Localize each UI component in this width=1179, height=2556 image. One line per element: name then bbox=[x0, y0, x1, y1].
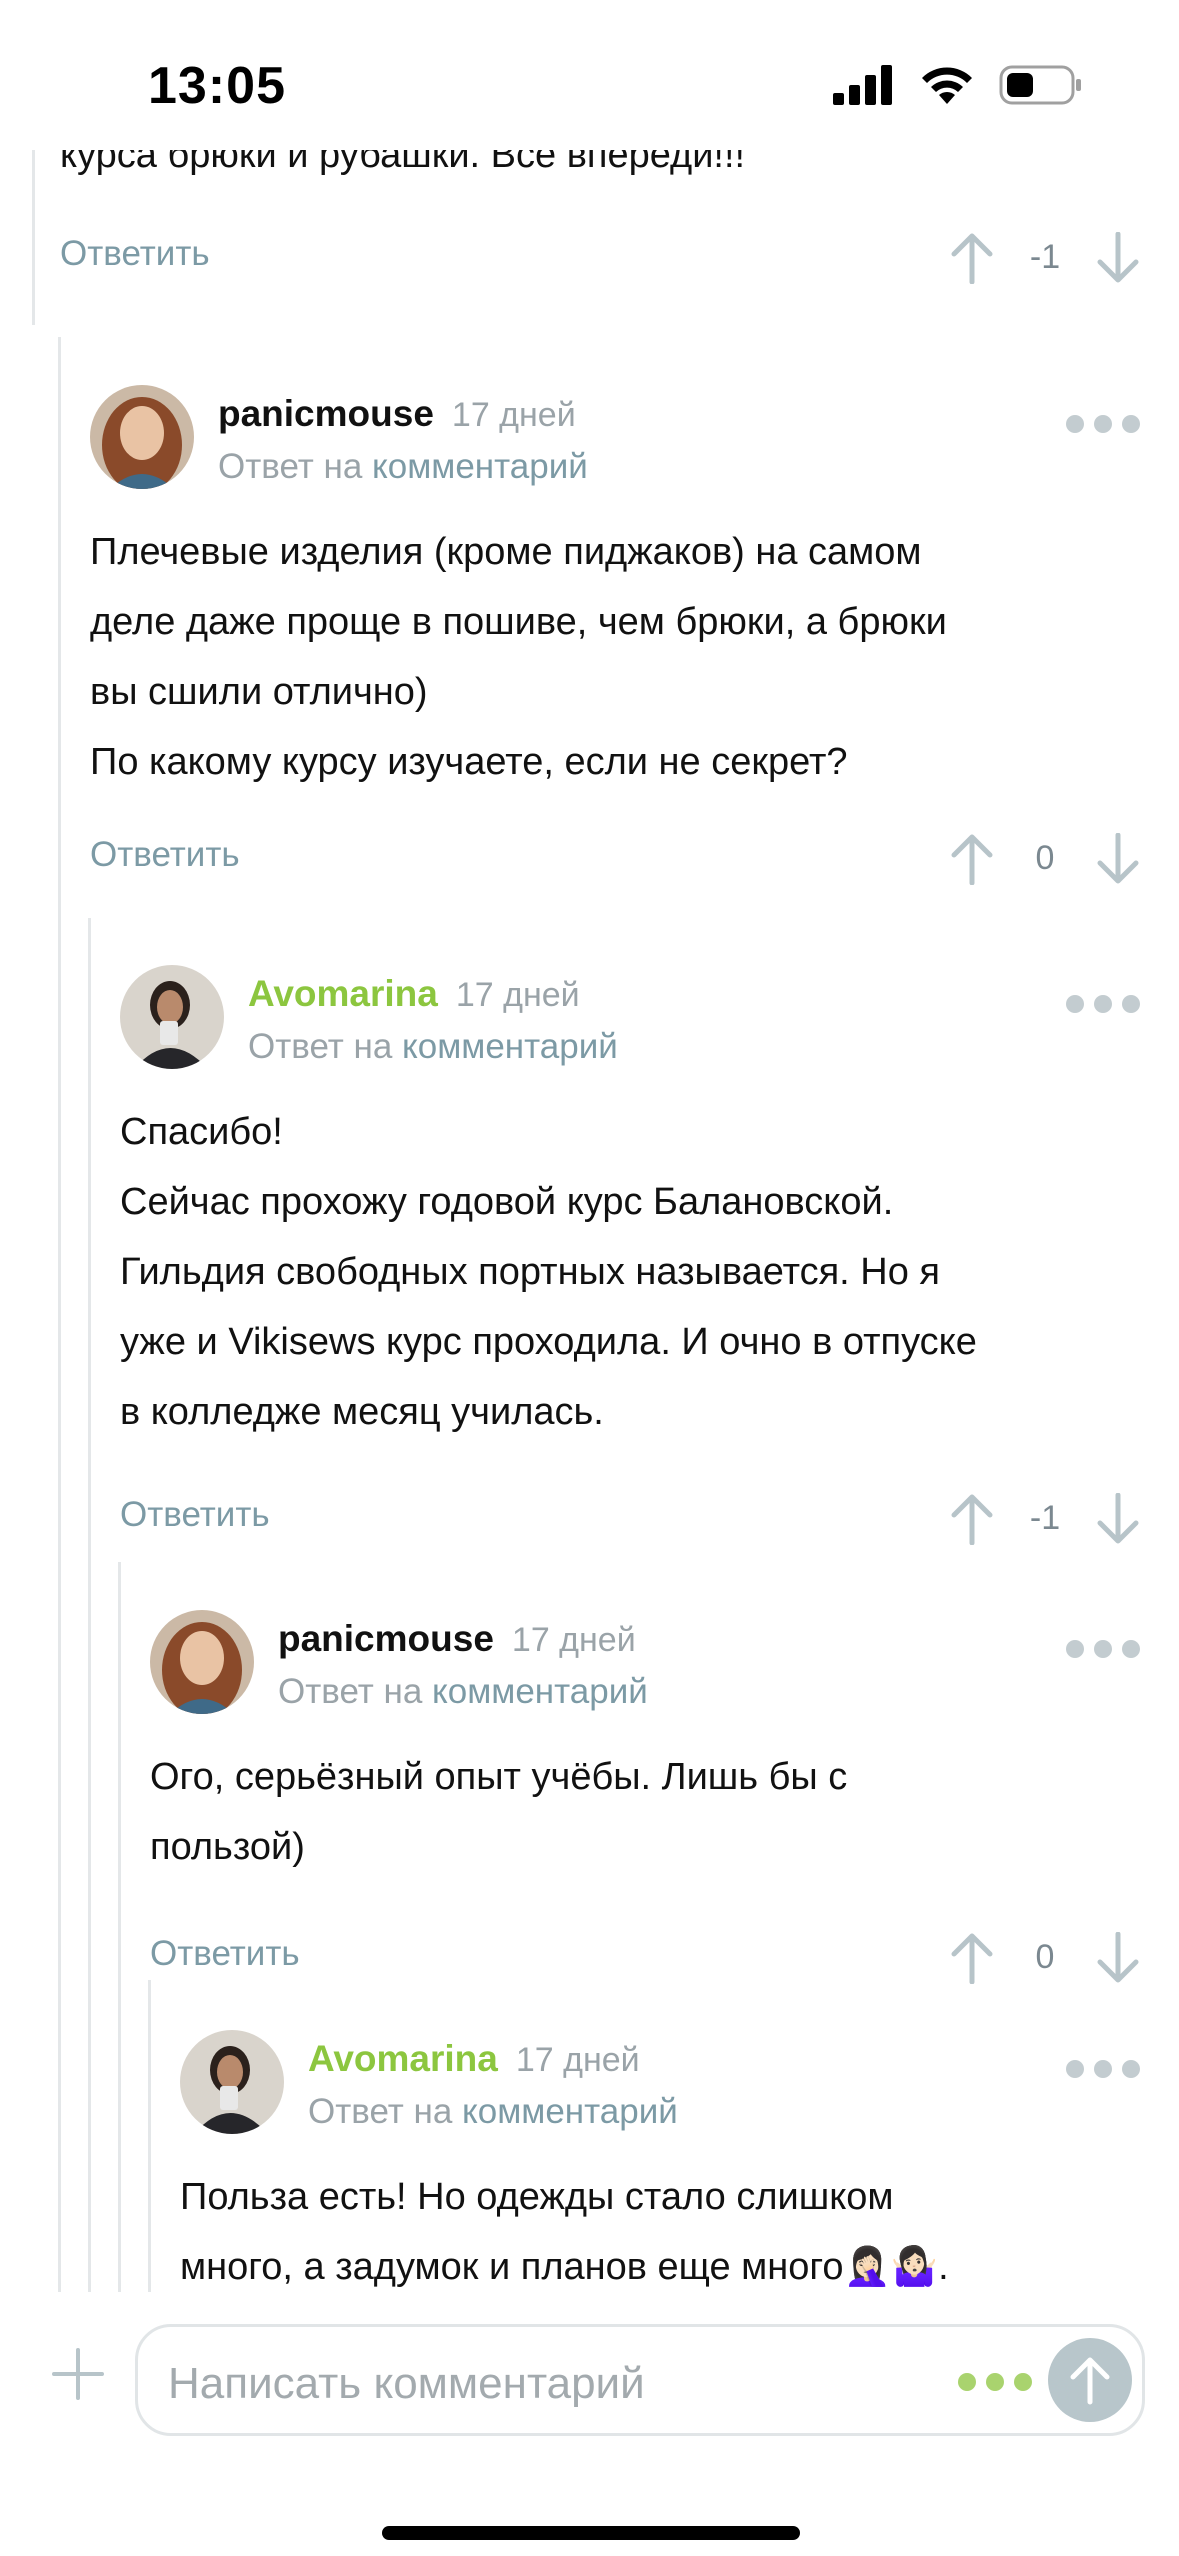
more-options-icon[interactable] bbox=[1066, 415, 1140, 433]
vote-controls: 0 bbox=[950, 1926, 1140, 1998]
comment-footer: Ответить -1 bbox=[60, 226, 1140, 306]
vote-score: -1 bbox=[1029, 1499, 1061, 1537]
comment-input-placeholder: Написать комментарий bbox=[168, 2359, 645, 2408]
thread-line bbox=[32, 150, 35, 325]
more-options-icon[interactable] bbox=[1066, 2060, 1140, 2078]
reply-to-line: Ответ на комментарий bbox=[308, 2092, 678, 2131]
avatar[interactable] bbox=[90, 385, 194, 489]
avatar[interactable] bbox=[150, 1610, 254, 1714]
reply-button[interactable]: Ответить bbox=[150, 1934, 300, 1974]
comment-text: Плечевые изделия (кроме пиджаков) на сам… bbox=[90, 531, 947, 783]
more-options-icon[interactable] bbox=[1066, 1640, 1140, 1658]
reply-to-link[interactable]: комментарий bbox=[432, 1672, 648, 1711]
thread-line bbox=[118, 1562, 121, 2292]
upvote-arrow-icon[interactable] bbox=[950, 1493, 994, 1545]
comment-author[interactable]: Avomarina 17 дней bbox=[308, 2038, 640, 2080]
comment-time: 17 дней bbox=[451, 396, 576, 434]
vote-controls: -1 bbox=[950, 1487, 1140, 1559]
reply-button[interactable]: Ответить bbox=[120, 1495, 270, 1535]
comment-input[interactable]: Написать комментарий bbox=[135, 2324, 1145, 2436]
thread-line bbox=[88, 918, 91, 2292]
comment-header: panicmouse 17 дней Ответ на комментарий bbox=[150, 1610, 1140, 1718]
downvote-arrow-icon[interactable] bbox=[1096, 1932, 1140, 1984]
thread-line bbox=[58, 337, 61, 2292]
cellular-signal-icon bbox=[833, 65, 892, 105]
reply-to-link[interactable]: комментарий bbox=[402, 1027, 618, 1066]
comment-header: Avomarina 17 дней Ответ на комментарий bbox=[180, 2030, 1140, 2138]
reply-to-line: Ответ на комментарий bbox=[218, 447, 588, 486]
comment-fragment: курса брюки и рубашки. Все впереди!!! От… bbox=[60, 150, 1140, 306]
downvote-arrow-icon[interactable] bbox=[1096, 232, 1140, 284]
comment: Avomarina 17 дней Ответ на комментарий По… bbox=[180, 2030, 1140, 2292]
wifi-icon bbox=[922, 67, 972, 104]
comment-author[interactable]: panicmouse 17 дней bbox=[218, 393, 576, 435]
comment-composer: Написать комментарий bbox=[0, 2292, 1179, 2482]
comment-time: 17 дней bbox=[515, 2041, 640, 2079]
reply-to-link[interactable]: комментарий bbox=[462, 2092, 678, 2131]
comment: panicmouse 17 дней Ответ на комментарий П… bbox=[90, 385, 1140, 907]
comment-text: Ого, серьёзный опыт учёбы. Лишь бы с пол… bbox=[150, 1756, 848, 1868]
comment-footer: Ответить 0 bbox=[90, 827, 1140, 907]
comment-header: panicmouse 17 дней Ответ на комментарий bbox=[90, 385, 1140, 493]
upvote-arrow-icon[interactable] bbox=[950, 232, 994, 284]
upvote-arrow-icon[interactable] bbox=[950, 1932, 994, 1984]
send-button[interactable] bbox=[1048, 2338, 1132, 2422]
arrow-up-icon bbox=[1070, 2357, 1110, 2405]
more-options-icon[interactable] bbox=[958, 2373, 1032, 2391]
comment-author[interactable]: panicmouse 17 дней bbox=[278, 1618, 636, 1660]
reply-to-line: Ответ на комментарий bbox=[278, 1672, 648, 1711]
status-icons bbox=[833, 64, 1083, 106]
vote-controls: 0 bbox=[950, 827, 1140, 899]
downvote-arrow-icon[interactable] bbox=[1096, 1493, 1140, 1545]
downvote-arrow-icon[interactable] bbox=[1096, 833, 1140, 885]
reply-to-line: Ответ на комментарий bbox=[248, 1027, 618, 1066]
comment-time: 17 дней bbox=[455, 976, 580, 1014]
comment: Avomarina 17 дней Ответ на комментарий Сп… bbox=[120, 965, 1140, 1567]
comment-text: Польза есть! Но одежды стало слишком мно… bbox=[180, 2176, 949, 2288]
comment: panicmouse 17 дней Ответ на комментарий О… bbox=[150, 1610, 1140, 2006]
comment-text: Спасибо! Сейчас прохожу годовой курс Бал… bbox=[120, 1111, 977, 1433]
vote-controls: -1 bbox=[950, 226, 1140, 298]
vote-score: 0 bbox=[1035, 1938, 1055, 1976]
comment-time: 17 дней bbox=[511, 1621, 636, 1659]
thread-line bbox=[148, 1980, 151, 2292]
reply-to-link[interactable]: комментарий bbox=[372, 447, 588, 486]
vote-score: 0 bbox=[1035, 839, 1055, 877]
comments-thread[interactable]: курса брюки и рубашки. Все впереди!!! От… bbox=[0, 150, 1179, 2292]
avatar[interactable] bbox=[120, 965, 224, 1069]
comment-text: курса брюки и рубашки. Все впереди!!! bbox=[60, 150, 746, 176]
comment-footer: Ответить -1 bbox=[120, 1487, 1140, 1567]
comment-author[interactable]: Avomarina 17 дней bbox=[248, 973, 580, 1015]
home-indicator[interactable] bbox=[382, 2526, 800, 2540]
reply-button[interactable]: Ответить bbox=[60, 234, 210, 274]
battery-icon bbox=[999, 65, 1081, 105]
attach-plus-icon[interactable] bbox=[52, 2348, 104, 2400]
upvote-arrow-icon[interactable] bbox=[950, 833, 994, 885]
screen: 13:05 курса брюки и рубашки. Все впереди… bbox=[0, 0, 1179, 2556]
avatar[interactable] bbox=[180, 2030, 284, 2134]
reply-button[interactable]: Ответить bbox=[90, 835, 240, 875]
vote-score: -1 bbox=[1029, 238, 1061, 276]
comment-header: Avomarina 17 дней Ответ на комментарий bbox=[120, 965, 1140, 1073]
comment-footer: Ответить 0 bbox=[150, 1926, 1140, 2006]
more-options-icon[interactable] bbox=[1066, 995, 1140, 1013]
status-time: 13:05 bbox=[148, 57, 286, 115]
